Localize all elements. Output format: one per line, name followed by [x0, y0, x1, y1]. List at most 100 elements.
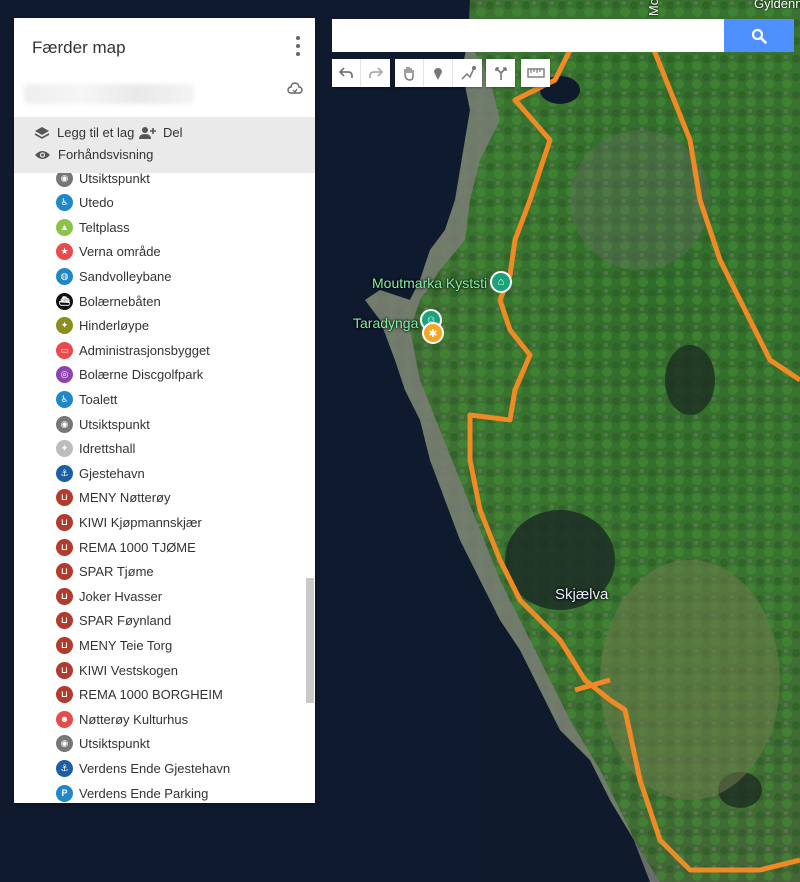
directions-button[interactable]	[486, 59, 515, 87]
list-item-label: Utedo	[79, 195, 114, 211]
measure-button[interactable]	[521, 59, 550, 87]
list-item-label: REMA 1000 TJØME	[79, 539, 196, 555]
list-item-label: Sandvolleybane	[79, 268, 172, 284]
kyststi-marker-icon[interactable]: ⌂	[490, 271, 512, 293]
list-item[interactable]: ⊔ Joker Hvasser	[56, 585, 162, 607]
anchor-icon: ⚓	[56, 464, 73, 482]
eye-icon	[35, 150, 50, 159]
list-item-label: REMA 1000 BORGHEIM	[79, 687, 223, 703]
map-title[interactable]: Færder map	[32, 38, 126, 58]
tent-icon: ▲	[56, 218, 73, 236]
cart-icon: ⊔	[56, 563, 73, 581]
list-item-label: Joker Hvasser	[79, 588, 163, 604]
list-item-label: KIWI Vestskogen	[79, 662, 178, 678]
panel-action-bar: Legg til et lag Del Forhåndsvisning	[14, 117, 315, 173]
map-description-blurred	[24, 84, 194, 104]
list-item[interactable]: ⊔ SPAR Tjøme	[56, 561, 154, 583]
scrollbar-thumb[interactable]	[306, 578, 314, 703]
measure-group	[521, 59, 550, 87]
toilet-icon: ♿	[56, 194, 73, 212]
draw-line-icon	[460, 66, 476, 80]
add-layer-button[interactable]: Legg til et lag	[34, 125, 134, 140]
binoculars-icon: ◉	[56, 415, 73, 433]
list-item[interactable]: ⚓ Verdens Ende Gjestehavn	[56, 757, 230, 779]
add-layer-label: Legg til et lag	[57, 125, 135, 140]
theater-icon: ☻	[56, 710, 73, 728]
list-item[interactable]: ♿ Toalett	[56, 388, 117, 410]
list-item-label: Utsiktspunkt	[79, 173, 150, 186]
undo-button[interactable]	[332, 59, 361, 87]
more-options-icon[interactable]	[295, 36, 301, 56]
list-item-label: Administrasjonsbygget	[79, 342, 210, 358]
list-scrollbar[interactable]	[306, 173, 315, 803]
cart-icon: ⊔	[56, 686, 73, 704]
list-item[interactable]: ◉ Utsiktspunkt	[56, 733, 150, 755]
parking-icon: P	[56, 784, 73, 802]
list-item-label: Hinderløype	[79, 318, 150, 334]
orange-marker-icon[interactable]: ✱	[422, 322, 444, 344]
ruler-icon	[526, 68, 545, 78]
list-item-label: Verdens Ende Gjestehavn	[79, 760, 231, 776]
skjaelva-label[interactable]: Skjælva	[555, 586, 608, 603]
list-item[interactable]: ⊔ REMA 1000 BORGHEIM	[56, 684, 223, 706]
share-button[interactable]: Del	[138, 125, 183, 140]
list-item[interactable]: ◎ Bolærne Discgolfpark	[56, 364, 203, 386]
list-item-label: Utsiktspunkt	[79, 736, 150, 752]
taradynga-label[interactable]: Taradynga	[353, 315, 418, 331]
list-item[interactable]: ★ Verna område	[56, 241, 161, 263]
cart-icon: ⊔	[56, 612, 73, 630]
list-item[interactable]: ✦ Idrettshall	[56, 438, 135, 460]
preview-button[interactable]: Forhåndsvisning	[34, 147, 153, 162]
list-item[interactable]: ♿ Utedo	[56, 192, 114, 214]
preview-label: Forhåndsvisning	[58, 147, 154, 162]
runner-icon: ✦	[56, 317, 73, 335]
pan-tool-button[interactable]	[395, 59, 424, 87]
list-item[interactable]: ⊔ MENY Teie Torg	[56, 634, 172, 656]
map-tools-group	[395, 59, 482, 87]
add-person-icon	[139, 126, 156, 139]
list-item[interactable]: ⚓ Gjestehavn	[56, 462, 145, 484]
list-item-label: Bolærnebåten	[79, 293, 161, 309]
star-icon: ★	[56, 243, 73, 261]
volleyball-icon: ◍	[56, 267, 73, 285]
add-marker-button[interactable]	[424, 59, 453, 87]
list-item-label: Verna område	[79, 244, 161, 260]
list-item-label: Teltplass	[79, 219, 130, 235]
search-button[interactable]	[724, 19, 794, 52]
list-item-label: Nøtterøy Kulturhus	[79, 711, 189, 727]
list-item-label: Idrettshall	[79, 441, 136, 457]
kyststi-label[interactable]: Moutmarka Kyststi	[372, 275, 487, 291]
list-item[interactable]: ⊔ KIWI Kjøpmannskjær	[56, 511, 202, 533]
place-list: ◉ Utsiktspunkt ♿ Utedo ▲ Teltplass ★ Verna områ…	[14, 173, 306, 803]
layers-icon	[34, 126, 50, 139]
list-item[interactable]: ◍ Sandvolleybane	[56, 265, 172, 287]
list-item[interactable]: ⊔ KIWI Vestskogen	[56, 659, 178, 681]
list-item[interactable]: ⊔ REMA 1000 TJØME	[56, 536, 196, 558]
list-item-label: Toalett	[79, 391, 118, 407]
list-item[interactable]: ◉ Utsiktspunkt	[56, 173, 150, 189]
redo-icon	[368, 67, 383, 78]
list-item[interactable]: ☻ Nøtterøy Kulturhus	[56, 708, 188, 730]
search-input[interactable]	[332, 19, 724, 52]
binoculars-icon: ◉	[56, 735, 73, 753]
list-item[interactable]: ⛴ Bolærnebåten	[56, 290, 161, 312]
list-item-label: SPAR Tjøme	[79, 564, 154, 580]
toilet-icon: ♿	[56, 390, 73, 408]
draw-line-button[interactable]	[453, 59, 482, 87]
redo-button[interactable]	[361, 59, 390, 87]
cart-icon: ⊔	[56, 538, 73, 556]
list-item[interactable]: ▲ Teltplass	[56, 216, 130, 238]
list-item[interactable]: ⊔ MENY Nøtterøy	[56, 487, 171, 509]
list-item[interactable]: ◉ Utsiktspunkt	[56, 413, 150, 435]
list-item[interactable]: ✦ Hinderløype	[56, 315, 149, 337]
eye-icon: ◎	[56, 366, 73, 384]
list-item[interactable]: P Verdens Ende Parking	[56, 782, 208, 803]
binoculars-icon: ◉	[56, 173, 73, 187]
map-corner-label-2: Mo	[646, 0, 661, 17]
list-item[interactable]: ▭ Administrasjonsbygget	[56, 339, 210, 361]
runner-icon: ✦	[56, 440, 73, 458]
cart-icon: ⊔	[56, 513, 73, 531]
list-item[interactable]: ⊔ SPAR Føynland	[56, 610, 171, 632]
undo-redo-group	[332, 59, 390, 87]
cart-icon: ⊔	[56, 661, 73, 679]
